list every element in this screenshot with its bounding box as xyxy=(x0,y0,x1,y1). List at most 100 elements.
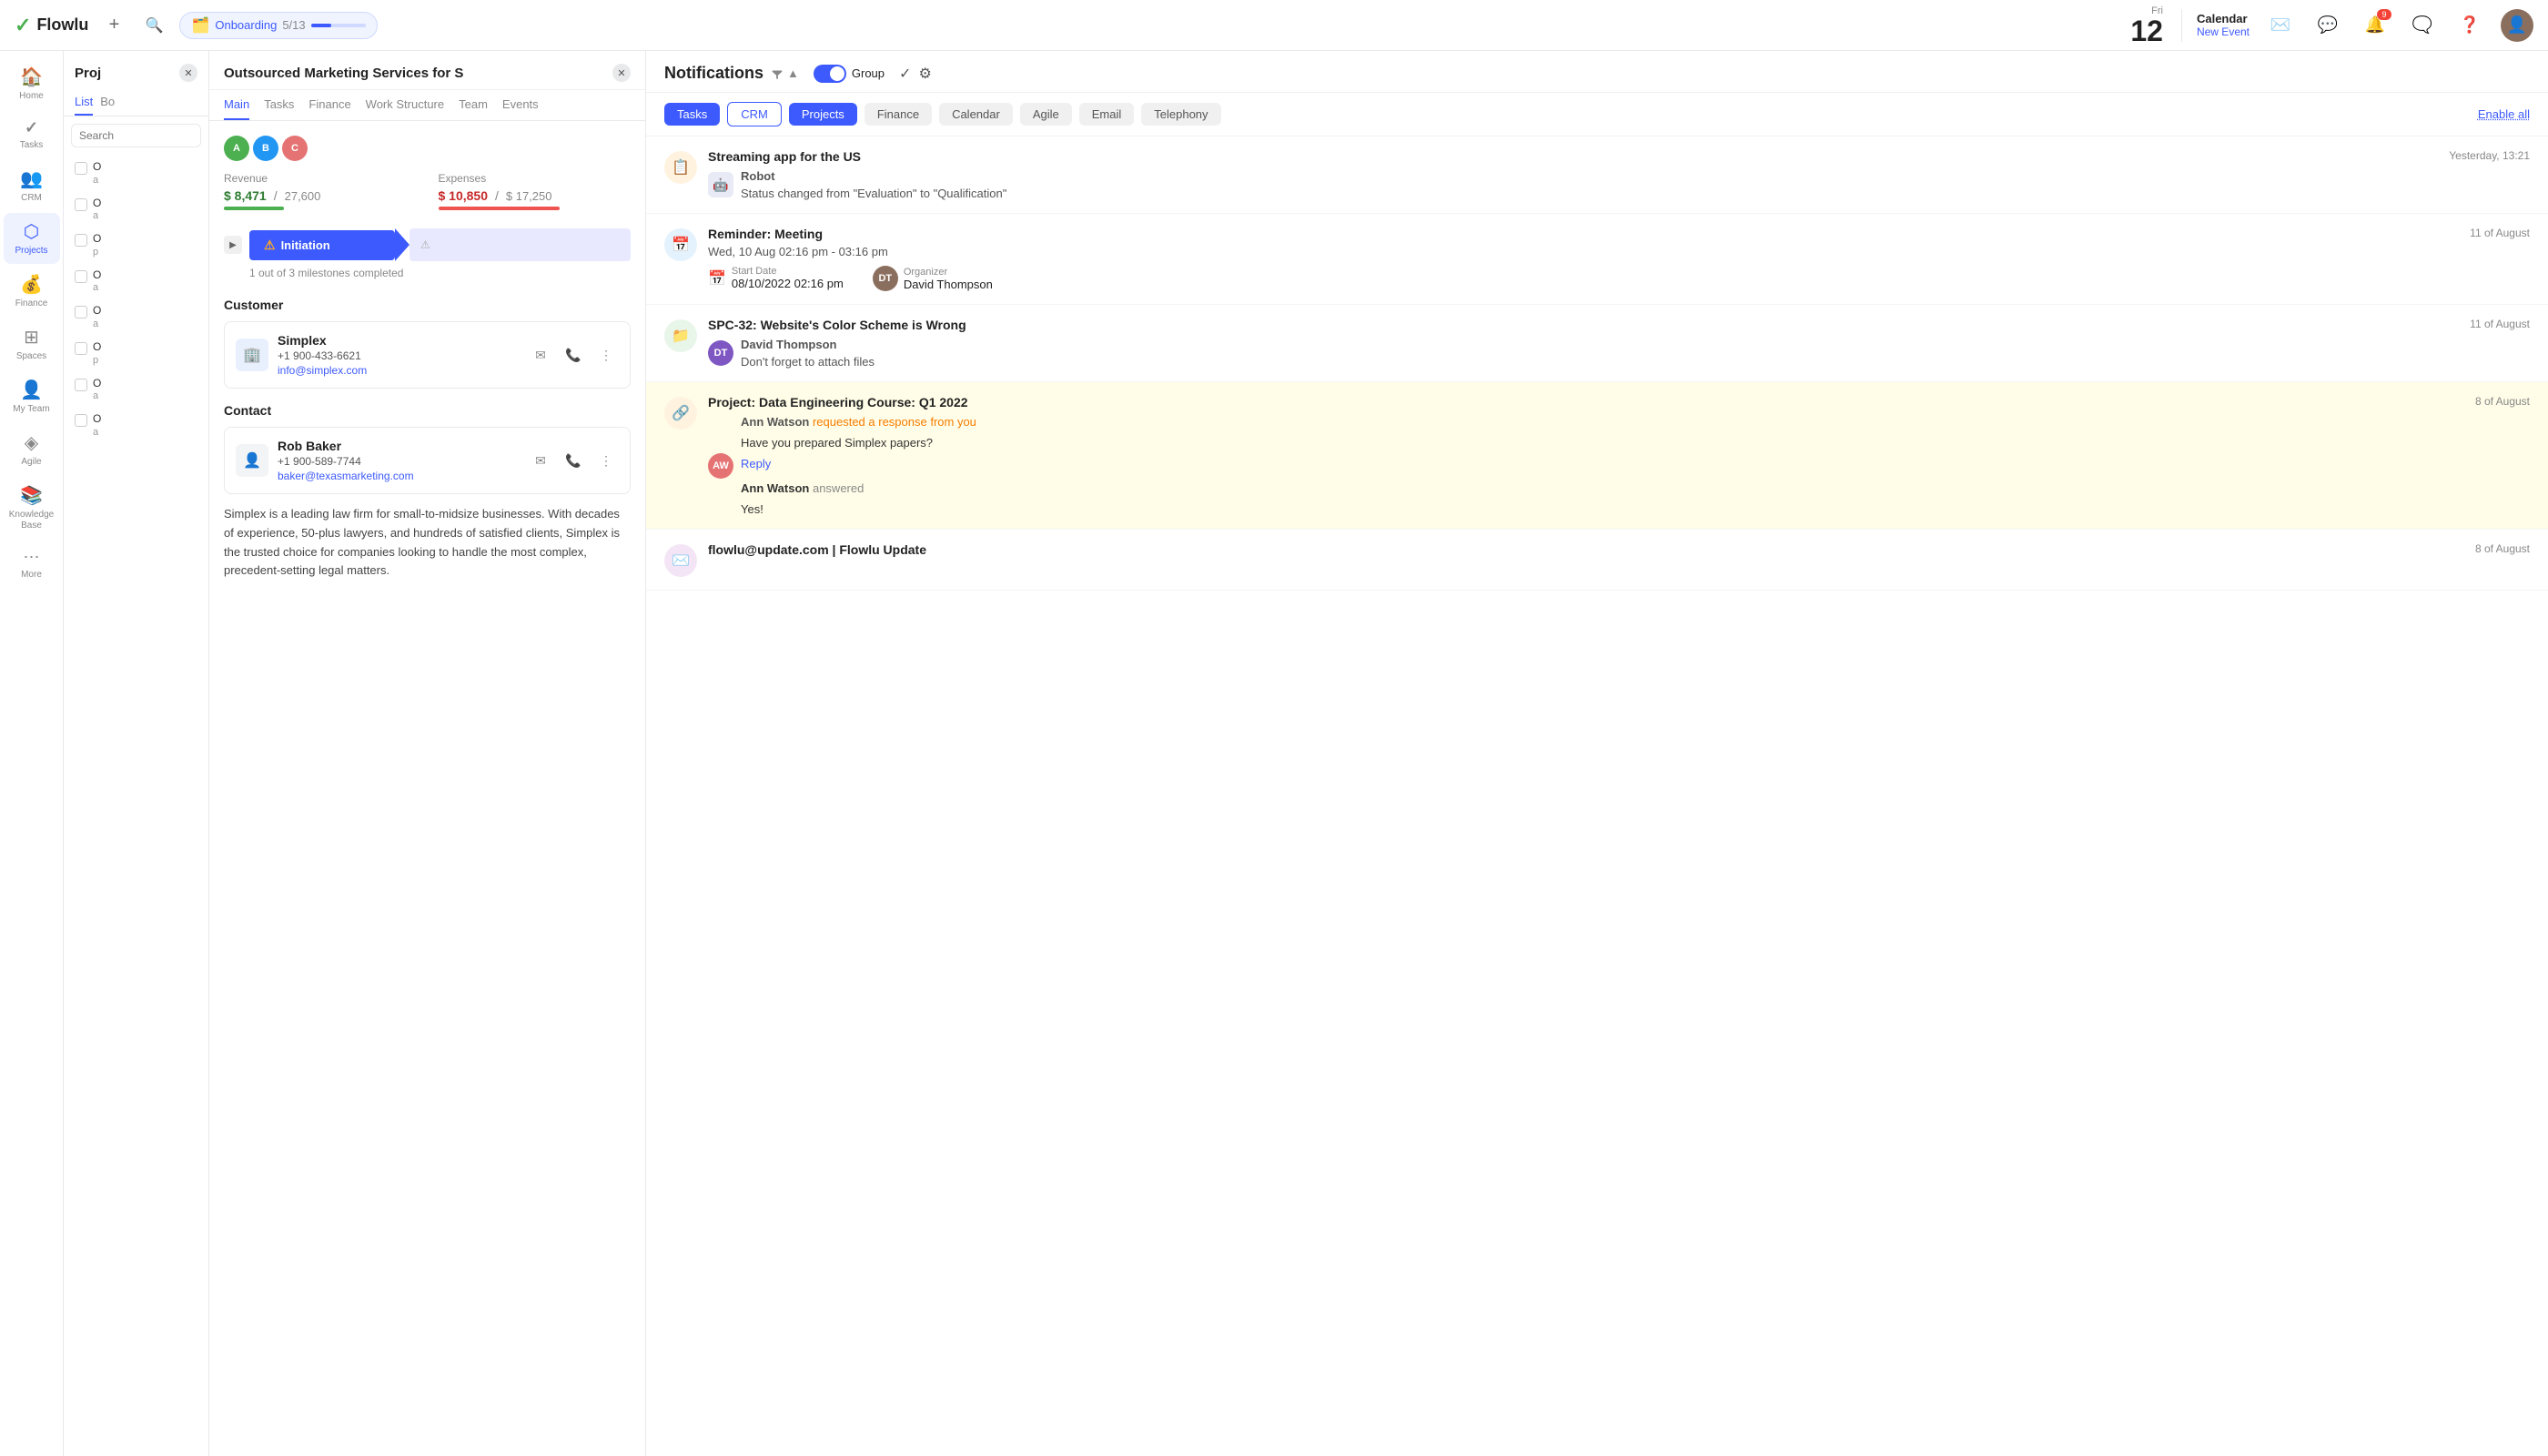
sidebar-item-agile[interactable]: ◈ Agile xyxy=(4,424,60,475)
detail-close-button[interactable]: ✕ xyxy=(612,64,631,82)
row-checkbox[interactable] xyxy=(75,379,87,391)
tab-tasks[interactable]: Tasks xyxy=(264,90,294,120)
sidebar-item-finance[interactable]: 💰 Finance xyxy=(4,266,60,317)
sidebar-item-myteam[interactable]: 👤 My Team xyxy=(4,371,60,422)
contact-more-button[interactable]: ⋮ xyxy=(593,448,619,473)
filter-finance[interactable]: Finance xyxy=(864,103,932,126)
search-button[interactable]: 🔍 xyxy=(139,11,168,40)
group-toggle-switch[interactable] xyxy=(814,65,846,83)
calendar-new-event[interactable]: New Event xyxy=(2197,25,2250,38)
sidebar-item-spaces[interactable]: ⊞ Spaces xyxy=(4,318,60,369)
list-item[interactable]: O p xyxy=(64,227,208,263)
projects-search-input[interactable] xyxy=(71,124,201,147)
notification-item-colorscheme[interactable]: 📁 SPC-32: Website's Color Scheme is Wron… xyxy=(646,305,2548,382)
projects-panel-close-button[interactable]: ✕ xyxy=(179,64,197,82)
sidebar-item-more[interactable]: ⋯ More xyxy=(4,541,60,588)
contact-email[interactable]: baker@texasmarketing.com xyxy=(278,470,519,482)
revenue-values: $ 8,471 / 27,600 xyxy=(224,188,417,203)
filter-tasks[interactable]: Tasks xyxy=(664,103,720,126)
notification-item-streaming[interactable]: 📋 Streaming app for the US Yesterday, 13… xyxy=(646,136,2548,214)
list-item[interactable]: O a xyxy=(64,263,208,299)
group-toggle[interactable]: Group xyxy=(814,65,885,83)
sidebar-item-projects[interactable]: ⬡ Projects xyxy=(4,213,60,264)
sidebar-item-tasks[interactable]: ✓ Tasks xyxy=(4,111,60,158)
filter-calendar[interactable]: Calendar xyxy=(939,103,1013,126)
notifications-check-button[interactable]: ✓ xyxy=(899,65,911,83)
notifications-title: Notifications xyxy=(664,64,763,83)
notification-badge: 9 xyxy=(2377,9,2391,20)
filter-telephony[interactable]: Telephony xyxy=(1141,103,1220,126)
tab-work-structure[interactable]: Work Structure xyxy=(366,90,444,120)
sidebar-item-crm[interactable]: 👥 CRM xyxy=(4,160,60,211)
row-checkbox[interactable] xyxy=(75,198,87,211)
help-button[interactable]: ❓ xyxy=(2453,9,2486,42)
contact-icon: 👤 xyxy=(236,444,268,477)
organizer-text: Organizer David Thompson xyxy=(904,267,993,291)
contact-section-title: Contact xyxy=(224,403,631,418)
notifications-filter-button[interactable]: ▲ xyxy=(771,66,799,80)
row-name: O xyxy=(93,412,197,427)
sidebar-projects-label: Projects xyxy=(15,246,47,257)
row-checkbox[interactable] xyxy=(75,234,87,247)
filter-crm[interactable]: CRM xyxy=(727,102,782,126)
row-sub: a xyxy=(93,427,197,438)
expenses-values: $ 10,850 / $ 17,250 xyxy=(439,188,632,203)
notification-sender-colorscheme: David Thompson xyxy=(741,338,875,351)
notification-meeting-header: Reminder: Meeting 11 of August xyxy=(708,227,2530,241)
notification-item-meeting[interactable]: 📅 Reminder: Meeting 11 of August Wed, 10… xyxy=(646,214,2548,305)
notification-item-data-engineering[interactable]: 🔗 Project: Data Engineering Course: Q1 2… xyxy=(646,382,2548,530)
customer-email-button[interactable]: ✉ xyxy=(528,342,553,368)
tab-team[interactable]: Team xyxy=(459,90,488,120)
milestone-button[interactable]: ⚠ Initiation xyxy=(249,230,395,260)
list-item[interactable]: O a xyxy=(64,298,208,335)
user-avatar[interactable]: 👤 xyxy=(2501,9,2533,42)
customer-email[interactable]: info@simplex.com xyxy=(278,364,519,377)
sidebar-item-knowledge-base[interactable]: 📚 Knowledge Base xyxy=(4,477,60,539)
projects-icon: ⬡ xyxy=(24,220,39,243)
customer-card: 🏢 Simplex +1 900-433-6621 info@simplex.c… xyxy=(224,321,631,389)
list-item[interactable]: O a xyxy=(64,155,208,191)
filter-email[interactable]: Email xyxy=(1079,103,1135,126)
row-name: O xyxy=(93,377,197,391)
messages-button[interactable]: 🗨️ xyxy=(2406,9,2439,42)
list-item[interactable]: O a xyxy=(64,371,208,408)
onboarding-pill[interactable]: 🗂️ Onboarding 5/13 xyxy=(179,12,377,39)
list-item[interactable]: O a xyxy=(64,191,208,228)
list-item[interactable]: O p xyxy=(64,335,208,371)
row-checkbox[interactable] xyxy=(75,306,87,318)
row-checkbox[interactable] xyxy=(75,162,87,175)
notification-item-email[interactable]: ✉️ flowlu@update.com | Flowlu Update 8 o… xyxy=(646,530,2548,591)
enable-all[interactable]: Enable all xyxy=(2478,107,2530,121)
start-date-meta: 📅 Start Date 08/10/2022 02:16 pm xyxy=(708,266,844,291)
logo-text: Flowlu xyxy=(36,15,88,35)
sidebar-finance-label: Finance xyxy=(15,298,48,309)
milestone-expand-button[interactable]: ▶ xyxy=(224,236,242,254)
filter-projects[interactable]: Projects xyxy=(789,103,857,126)
row-checkbox[interactable] xyxy=(75,270,87,283)
customer-more-button[interactable]: ⋮ xyxy=(593,342,619,368)
sidebar-item-home[interactable]: 🏠 Home xyxy=(4,58,60,109)
tab-events[interactable]: Events xyxy=(502,90,539,120)
row-sub: a xyxy=(93,318,197,329)
customer-phone-button[interactable]: 📞 xyxy=(561,342,586,368)
projects-tab-board[interactable]: Bo xyxy=(100,89,115,116)
chat-button[interactable]: 💬 xyxy=(2311,9,2344,42)
tab-finance[interactable]: Finance xyxy=(308,90,350,120)
tab-main[interactable]: Main xyxy=(224,90,249,120)
contact-phone-button[interactable]: 📞 xyxy=(561,448,586,473)
notification-button[interactable]: 🔔 9 xyxy=(2359,9,2391,42)
add-button[interactable]: + xyxy=(99,11,128,40)
filter-agile[interactable]: Agile xyxy=(1020,103,1072,126)
projects-tab-list[interactable]: List xyxy=(75,89,93,116)
detail-title: Outsourced Marketing Services for S xyxy=(224,66,612,81)
notification-email-icon: ✉️ xyxy=(664,544,697,577)
notification-meeting-time: 11 of August xyxy=(2470,227,2530,239)
mail-button[interactable]: ✉️ xyxy=(2264,9,2297,42)
contact-email-button[interactable]: ✉ xyxy=(528,448,553,473)
notifications-settings-button[interactable]: ⚙ xyxy=(918,65,931,83)
row-checkbox[interactable] xyxy=(75,414,87,427)
row-checkbox[interactable] xyxy=(75,342,87,355)
list-item[interactable]: O a xyxy=(64,407,208,443)
reply-link[interactable]: Reply xyxy=(741,457,976,470)
logo[interactable]: ✓ Flowlu xyxy=(15,14,88,37)
